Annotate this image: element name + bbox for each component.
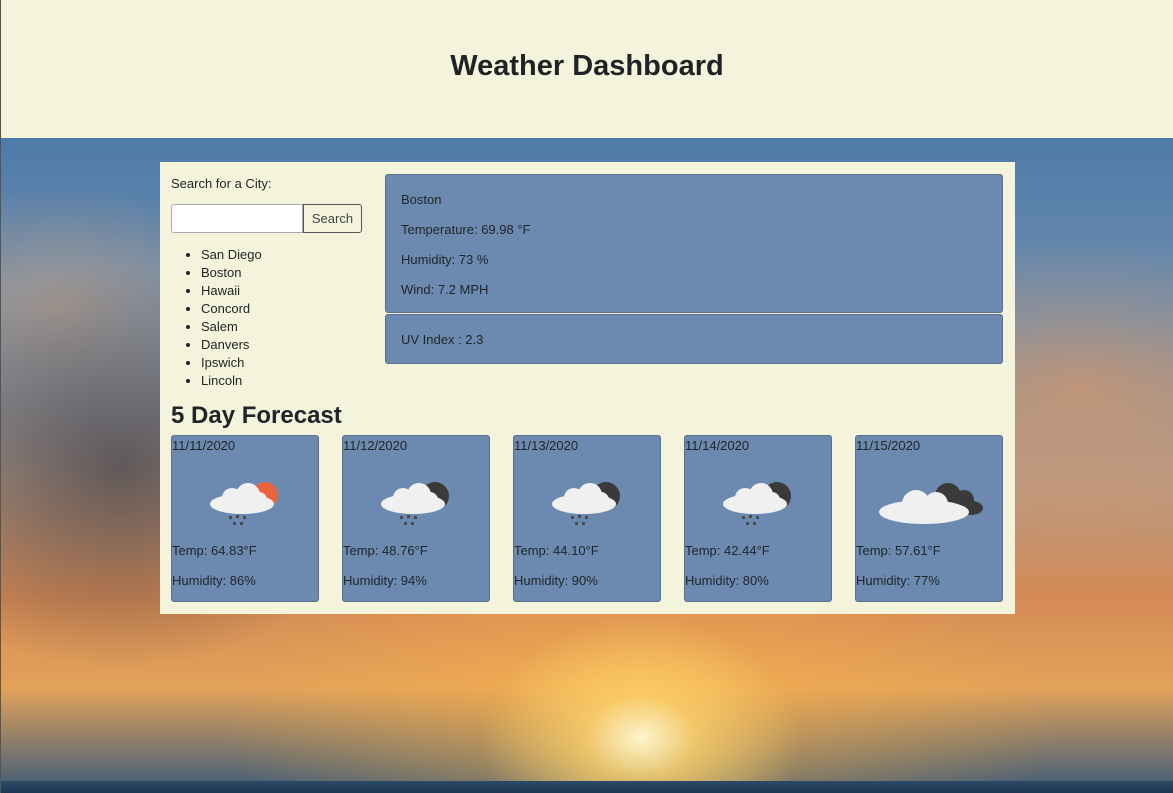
forecast-humidity: Humidity: 77% bbox=[856, 573, 940, 588]
sea-strip bbox=[1, 781, 1173, 793]
sun-cloud-rain-icon bbox=[210, 482, 278, 525]
history-item[interactable]: Salem bbox=[201, 318, 262, 336]
dark-cloud-rain-icon bbox=[723, 482, 791, 525]
current-humidity: Humidity: 73 % bbox=[401, 252, 489, 267]
history-item[interactable]: Hawaii bbox=[201, 282, 262, 300]
forecast-temp: Temp: 57.61°F bbox=[856, 543, 941, 558]
header: Weather Dashboard bbox=[0, 0, 1173, 138]
history-item[interactable]: Concord bbox=[201, 300, 262, 318]
current-wind: Wind: 7.2 MPH bbox=[401, 282, 489, 297]
history-item[interactable]: Lincoln bbox=[201, 372, 262, 390]
current-weather-card: Boston Temperature: 69.98 °F Humidity: 7… bbox=[385, 174, 1003, 313]
forecast-date: 11/12/2020 bbox=[343, 438, 408, 453]
uv-index: UV Index : 2.3 bbox=[401, 332, 484, 347]
forecast-humidity: Humidity: 94% bbox=[343, 573, 427, 588]
dark-cloud-rain-icon bbox=[381, 482, 449, 525]
history-item[interactable]: San Diego bbox=[201, 246, 262, 264]
history-item[interactable]: Ipswich bbox=[201, 354, 262, 372]
search-label: Search for a City: bbox=[171, 176, 272, 191]
search-input[interactable] bbox=[171, 204, 303, 233]
history-item[interactable]: Boston bbox=[201, 264, 262, 282]
forecast-card: 11/14/2020 Temp: 42.44°F Humidity: 80% bbox=[684, 435, 832, 602]
forecast-humidity: Humidity: 86% bbox=[172, 573, 256, 588]
forecast-card: 11/11/2020 Temp: 64.83°F Humidity: 86% bbox=[171, 435, 319, 602]
forecast-temp: Temp: 44.10°F bbox=[514, 543, 599, 558]
broken-clouds-icon bbox=[879, 483, 983, 524]
forecast-card: 11/15/2020 Temp: 57.61°F Humidity: 77% bbox=[855, 435, 1003, 602]
forecast-temp: Temp: 64.83°F bbox=[172, 543, 257, 558]
forecast-date: 11/11/2020 bbox=[172, 438, 236, 453]
forecast-humidity: Humidity: 90% bbox=[514, 573, 598, 588]
forecast-date: 11/13/2020 bbox=[514, 438, 579, 453]
forecast-temp: Temp: 48.76°F bbox=[343, 543, 428, 558]
page-title: Weather Dashboard bbox=[450, 50, 724, 82]
uv-index-card: UV Index : 2.3 bbox=[385, 314, 1003, 364]
forecast-humidity: Humidity: 80% bbox=[685, 573, 769, 588]
forecast-temp: Temp: 42.44°F bbox=[685, 543, 770, 558]
search-button[interactable]: Search bbox=[303, 204, 362, 233]
forecast-card: 11/12/2020 Temp: 48.76°F Humidity: 94% bbox=[342, 435, 490, 602]
forecast-date: 11/14/2020 bbox=[685, 438, 750, 453]
forecast-date: 11/15/2020 bbox=[856, 438, 921, 453]
forecast-title: 5 Day Forecast bbox=[171, 402, 342, 429]
main-panel: Search for a City: Search San Diego Bost… bbox=[160, 162, 1015, 614]
dark-cloud-rain-icon bbox=[552, 482, 620, 525]
forecast-card: 11/13/2020 Temp: 44.10°F Humidity: 90% bbox=[513, 435, 661, 602]
current-temperature: Temperature: 69.98 °F bbox=[401, 222, 531, 237]
current-city: Boston bbox=[401, 192, 442, 207]
history-item[interactable]: Danvers bbox=[201, 336, 262, 354]
search-history-list: San Diego Boston Hawaii Concord Salem Da… bbox=[171, 246, 262, 390]
